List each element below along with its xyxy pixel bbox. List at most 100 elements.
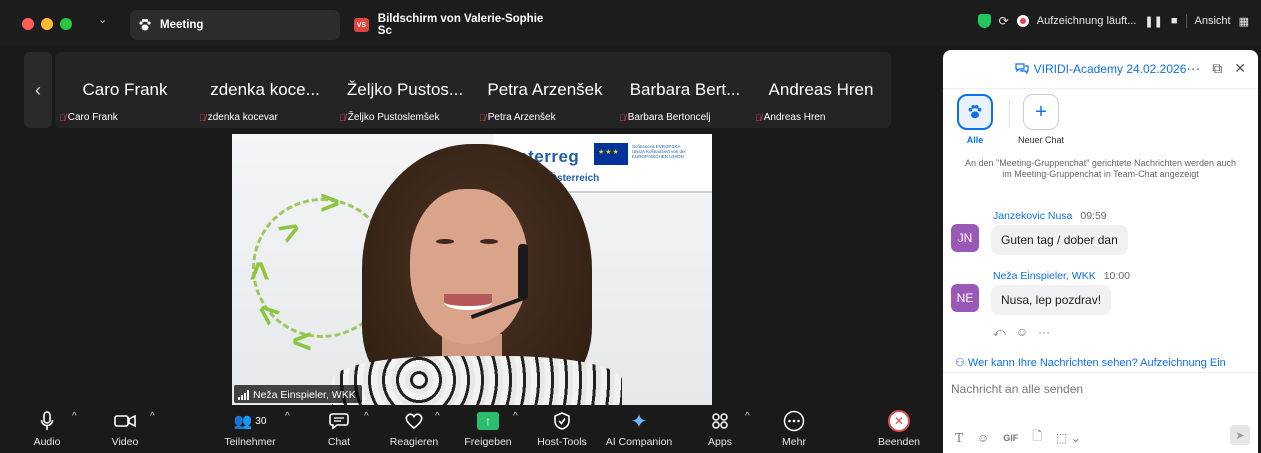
text-format-icon[interactable]: T — [955, 431, 963, 445]
message-sender[interactable]: Neža Einspieler, WKK — [993, 270, 1096, 282]
camera-icon — [80, 409, 170, 433]
participant-name-small: Andreas Hren — [763, 112, 826, 123]
message-input[interactable] — [951, 379, 1251, 399]
message-bubble[interactable]: Guten tag / dober dan — [991, 225, 1128, 255]
speaker-eye — [436, 239, 454, 244]
avatar[interactable]: NE — [951, 284, 979, 312]
reply-icon[interactable]: ⤺ — [993, 325, 1006, 340]
mic-off-icon: 🎙̸ — [755, 112, 762, 123]
close-window-button[interactable] — [22, 18, 34, 30]
participant-name-small: Željko Pustoslemšek — [347, 112, 440, 123]
participant-tile[interactable]: Barbara Bert... 🎙̸ Barbara Bertoncelj — [615, 52, 755, 128]
chat-title[interactable]: VIRIDI-Academy 24.02.2026 — [1034, 62, 1187, 76]
paw-icon — [138, 18, 152, 32]
mic-off-icon: 🎙̸ — [59, 112, 66, 123]
participants-options-caret-icon[interactable]: ^ — [285, 411, 290, 422]
end-x-icon: ✕ — [888, 410, 910, 432]
mic-off-icon: 🎙̸ — [479, 112, 486, 123]
emoji-react-icon[interactable]: ☺ — [1016, 325, 1028, 340]
new-chat-button[interactable]: + Neuer Chat — [1011, 94, 1071, 145]
participants-button[interactable]: 👥 30 ^ Teilnehmer — [205, 405, 295, 453]
close-icon[interactable]: ✕ — [1234, 60, 1246, 77]
strip-previous-button[interactable]: ‹ — [24, 52, 52, 128]
divider — [1009, 100, 1010, 128]
mic-off-icon: 🎙̸ — [619, 112, 626, 123]
audio-button[interactable]: ^ Audio — [2, 405, 92, 453]
filter-all-button[interactable]: Alle — [945, 94, 1005, 145]
participant-tile[interactable]: Petra Arzenšek 🎙̸ Petra Arzenšek — [475, 52, 615, 128]
maximize-window-button[interactable] — [60, 18, 72, 30]
speaker-smile — [444, 294, 492, 310]
participant-name-small: zdenka kocevar — [207, 112, 278, 123]
logo-chevron-icon: > — [292, 322, 312, 360]
send-icon[interactable]: ➤ — [1230, 425, 1250, 445]
tab-meeting[interactable]: Meeting — [130, 10, 340, 40]
participant-name-small: Barbara Bertoncelj — [627, 112, 711, 123]
logo-chevron-icon: > — [240, 261, 279, 281]
new-chat-label: Neuer Chat — [1017, 135, 1065, 145]
message-composer: T ☺ GIF 🗋 ⬚ ⌄ ➤ — [943, 372, 1258, 453]
react-options-caret-icon[interactable]: ^ — [435, 411, 440, 422]
participant-name-large: Andreas Hren — [768, 80, 874, 99]
ai-companion-button[interactable]: ✦ AI Companion — [594, 405, 684, 453]
screenshot-icon[interactable]: ⬚ ⌄ — [1056, 431, 1081, 445]
participants-count: 30 — [255, 415, 267, 427]
who-can-see-text: Wer kann Ihre Nachrichten sehen? Aufzeic… — [967, 357, 1226, 369]
message-actions: ⤺ ☺ ··· — [993, 325, 1050, 340]
headset-icon — [518, 244, 528, 300]
avatar[interactable]: JN — [951, 224, 979, 252]
end-meeting-button[interactable]: ✕ Beenden — [854, 405, 944, 453]
chat-panel: VIRIDI-Academy 24.02.2026 ··· ⧉ ✕ Alle +… — [943, 50, 1258, 453]
more-dots-icon — [749, 409, 839, 433]
participant-tile[interactable]: Caro Frank 🎙̸ Caro Frank — [55, 52, 195, 128]
share-arrow-icon: ↑ — [477, 412, 499, 430]
filter-all-label: Alle — [966, 135, 984, 145]
chevron-down-icon[interactable]: ⌄ — [98, 13, 107, 26]
tab-screen-label: Bildschirm von Valerie-Sophie Sc — [377, 13, 544, 37]
tab-screen-share[interactable]: VS Bildschirm von Valerie-Sophie Sc — [348, 10, 558, 40]
eu-flag-icon — [594, 143, 628, 165]
signal-bars-icon — [238, 390, 249, 400]
who-can-see-link[interactable]: ⚇ Wer kann Ihre Nachrichten sehen? Aufze… — [955, 356, 1226, 369]
sparkle-icon: ✦ — [630, 410, 648, 433]
minimize-window-button[interactable] — [41, 18, 53, 30]
record-icon — [1016, 15, 1029, 27]
speaker-name: Neža Einspieler, WKK — [253, 389, 356, 401]
pop-out-icon[interactable]: ⧉ — [1212, 60, 1222, 77]
audio-options-caret-icon[interactable]: ^ — [72, 411, 77, 422]
participant-name-large: zdenka koce... — [210, 80, 320, 99]
more-options-icon[interactable]: ··· — [1186, 60, 1200, 77]
mic-off-icon: 🎙̸ — [339, 112, 346, 123]
file-icon[interactable]: 🗋 — [1032, 427, 1042, 448]
stop-icon[interactable]: ■ — [1171, 15, 1178, 27]
participant-tile[interactable]: Željko Pustos... 🎙̸ Željko Pustoslemšek — [335, 52, 475, 128]
grid-icon[interactable]: ▦ — [1239, 15, 1249, 28]
logo-chevron-icon: > — [320, 184, 340, 222]
gif-button[interactable]: GIF — [1003, 433, 1018, 443]
plus-icon: + — [1023, 94, 1059, 130]
view-button[interactable]: Ansicht — [1195, 15, 1231, 27]
chat-notice: An den "Meeting-Gruppenchat" gerichtete … — [964, 158, 1237, 179]
more-label: Mehr — [782, 436, 806, 448]
audio-label: Audio — [33, 436, 61, 448]
message-sender[interactable]: Janzekovic Nusa — [993, 210, 1072, 222]
participants-icon: 👥 30 — [233, 413, 267, 430]
chat-header: VIRIDI-Academy 24.02.2026 ··· ⧉ ✕ — [943, 50, 1258, 88]
more-options-icon[interactable]: ··· — [1038, 325, 1050, 340]
chat-options-caret-icon[interactable]: ^ — [364, 411, 369, 422]
participant-tile[interactable]: zdenka koce... 🎙̸ zdenka kocevar — [195, 52, 335, 128]
more-button[interactable]: Mehr — [749, 405, 839, 453]
participants-rotate-icon[interactable]: ⟳ — [999, 14, 1009, 28]
participant-name-large: Željko Pustos... — [346, 80, 464, 99]
pause-icon[interactable]: ❚❚ — [1144, 15, 1162, 28]
paw-icon — [957, 94, 993, 130]
speaker-video[interactable]: Interreg Sofinancira EVROPSKA UNIJA Kofi… — [232, 134, 712, 405]
shield-icon[interactable] — [977, 14, 991, 28]
emoji-icon[interactable]: ☺ — [977, 431, 989, 445]
video-options-caret-icon[interactable]: ^ — [150, 411, 155, 422]
participant-tile[interactable]: Andreas Hren 🎙̸ Andreas Hren — [751, 52, 891, 128]
message-bubble[interactable]: Nusa, lep pozdrav! — [991, 285, 1112, 315]
mic-off-icon: 🎙̸ — [199, 112, 206, 123]
message-time: 09:59 — [1080, 210, 1107, 222]
video-button[interactable]: ^ Video — [80, 405, 170, 453]
